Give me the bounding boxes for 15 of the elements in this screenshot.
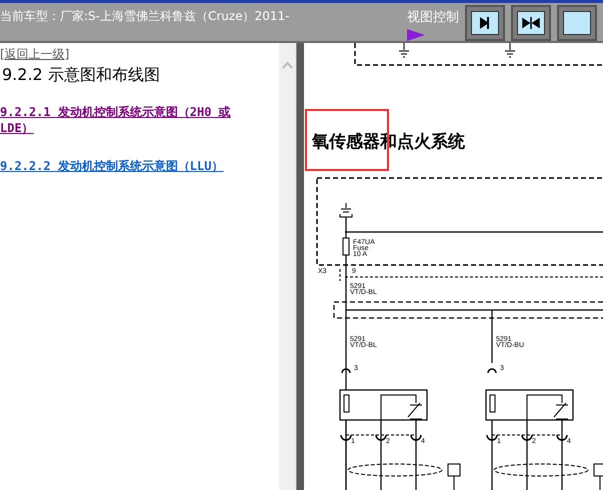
- split-pane-button[interactable]: [511, 5, 551, 41]
- diagram-link[interactable]: 9.2.2.1 发动机控制系统示意图（2H0 或 LDE）: [0, 104, 250, 136]
- diagram-link[interactable]: 9.2.2.2 发动机控制系统示意图（LLU）: [0, 158, 250, 174]
- back-link[interactable]: [返回上一级]: [0, 46, 70, 63]
- expand-pane-button[interactable]: [465, 5, 505, 41]
- scrollbar[interactable]: [279, 43, 296, 490]
- view-control-label: 视图控制: [407, 9, 459, 26]
- section-heading: 9.2.2 示意图和布线图: [2, 65, 161, 86]
- arrow-right-bar-icon: [478, 16, 492, 30]
- chevron-up-icon[interactable]: [282, 61, 293, 69]
- toolbar-button[interactable]: [557, 5, 597, 41]
- triangle-icon[interactable]: [407, 29, 425, 41]
- pane-splitter[interactable]: [296, 43, 304, 490]
- arrows-inward-icon: [522, 16, 540, 30]
- vehicle-model-label: 当前车型：厂家:S-上海雪佛兰科鲁兹（Cruze）2011-: [0, 8, 290, 25]
